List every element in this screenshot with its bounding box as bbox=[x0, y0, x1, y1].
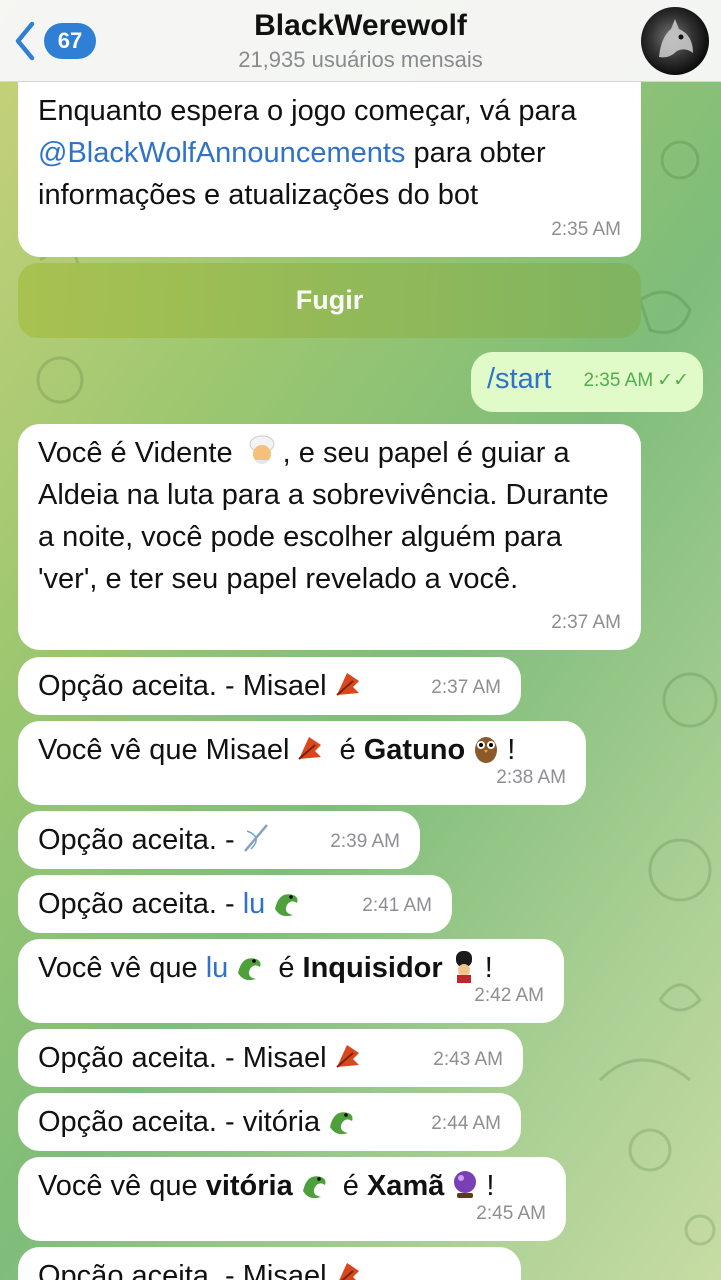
message-bubble: Você vê que vitória é Xamã! 2:45 AM bbox=[18, 1157, 566, 1241]
message-bubble: Você é Vidente , e seu papel é guiar a A… bbox=[18, 424, 641, 650]
dragon-icon bbox=[330, 1112, 353, 1135]
autumn-leaf-icon bbox=[335, 673, 359, 696]
sewing-needle-icon bbox=[243, 824, 268, 852]
role-name: Gatuno bbox=[363, 734, 466, 766]
message-text: Você vê que bbox=[38, 1170, 206, 1202]
message-partial-text: LOBINHO DH bbox=[38, 82, 621, 90]
autumn-leaf-icon bbox=[298, 737, 322, 760]
role-name: Xamã bbox=[366, 1170, 445, 1202]
message-bubble: Opção aceita. - Misael 2:37 AM bbox=[18, 657, 521, 715]
command-text[interactable]: /start bbox=[487, 363, 551, 395]
chat-subtitle: 21,935 usuários mensais bbox=[238, 47, 483, 72]
chat-title: BlackWerewolf bbox=[254, 9, 467, 42]
message-text: Opção aceita. - Misael bbox=[38, 1042, 327, 1074]
message-text: Você vê que Misael bbox=[38, 734, 290, 766]
message-text: Opção aceita. - bbox=[38, 888, 243, 920]
autumn-leaf-icon bbox=[335, 1045, 359, 1068]
message-bubble: Opção aceita. - lu 2:41 AM bbox=[18, 875, 452, 933]
message-time: 2:41 AM bbox=[362, 895, 432, 916]
message-text: Enquanto espera o jogo começar, vá para … bbox=[38, 95, 577, 211]
message-text: Opção aceita. - Misael bbox=[38, 1260, 327, 1280]
werewolf-avatar-icon bbox=[659, 19, 693, 58]
user-name: vitória bbox=[205, 1170, 293, 1202]
message-bubble: Opção aceita. - Misael 2:43 AM bbox=[18, 1029, 523, 1087]
message-text: Opção aceita. - bbox=[38, 824, 235, 856]
message-time: 2:35 AM bbox=[583, 370, 654, 391]
message-time: 2:45 AM bbox=[476, 1203, 546, 1224]
man-with-turban-icon bbox=[249, 435, 275, 464]
message-time: 2:39 AM bbox=[330, 831, 400, 852]
message-bubble-outgoing: /start 2:35 AM ✓✓ bbox=[471, 352, 703, 412]
message-time: 2:44 AM bbox=[431, 1113, 501, 1134]
message-time: 2:37 AM bbox=[431, 677, 501, 698]
message-bubble: Você vê que lu é Inquisidor! 2:42 AM bbox=[18, 939, 564, 1023]
autumn-leaf-icon bbox=[338, 1263, 359, 1280]
chat-header: 67 BlackWerewolf 21,935 usuários mensais bbox=[0, 0, 721, 82]
message-time: 2:38 AM bbox=[496, 767, 566, 788]
message-bubble: LOBINHO DH Enquanto espera o jogo começa… bbox=[18, 82, 641, 257]
message-time: 2:35 AM bbox=[551, 219, 621, 240]
message-bubble: Opção aceita. - 2:39 AM bbox=[18, 811, 420, 869]
message-time: 2:37 AM bbox=[551, 612, 621, 633]
message-time: 2:42 AM bbox=[474, 985, 544, 1006]
channel-link[interactable]: @BlackWolfAnnouncements bbox=[38, 137, 405, 169]
role-name: Inquisidor bbox=[302, 952, 443, 984]
dragon-icon bbox=[302, 1176, 326, 1199]
avatar[interactable] bbox=[641, 7, 709, 75]
read-ticks-icon: ✓✓ bbox=[657, 370, 689, 391]
message-text: Opção aceita. - Misael bbox=[38, 670, 327, 702]
fugir-button[interactable]: Fugir bbox=[18, 263, 641, 338]
message-bubble: Você vê que Misael é Gatuno! 2:38 AM bbox=[18, 721, 586, 805]
user-mention[interactable]: lu bbox=[243, 888, 266, 920]
message-bubble: Opção aceita. - vitória 2:44 AM bbox=[18, 1093, 521, 1151]
message-text: Você é Vidente bbox=[38, 437, 241, 469]
dragon-icon bbox=[238, 958, 261, 981]
message-text: Opção aceita. - vitória bbox=[38, 1106, 321, 1138]
message-bubble: Opção aceita. - Misael bbox=[18, 1247, 521, 1280]
user-mention[interactable]: lu bbox=[206, 952, 229, 984]
message-text: Você vê que bbox=[38, 952, 206, 984]
dragon-icon bbox=[275, 894, 298, 917]
message-time: 2:43 AM bbox=[433, 1049, 503, 1070]
chat-title-area[interactable]: BlackWerewolf 21,935 usuários mensais bbox=[0, 8, 721, 74]
